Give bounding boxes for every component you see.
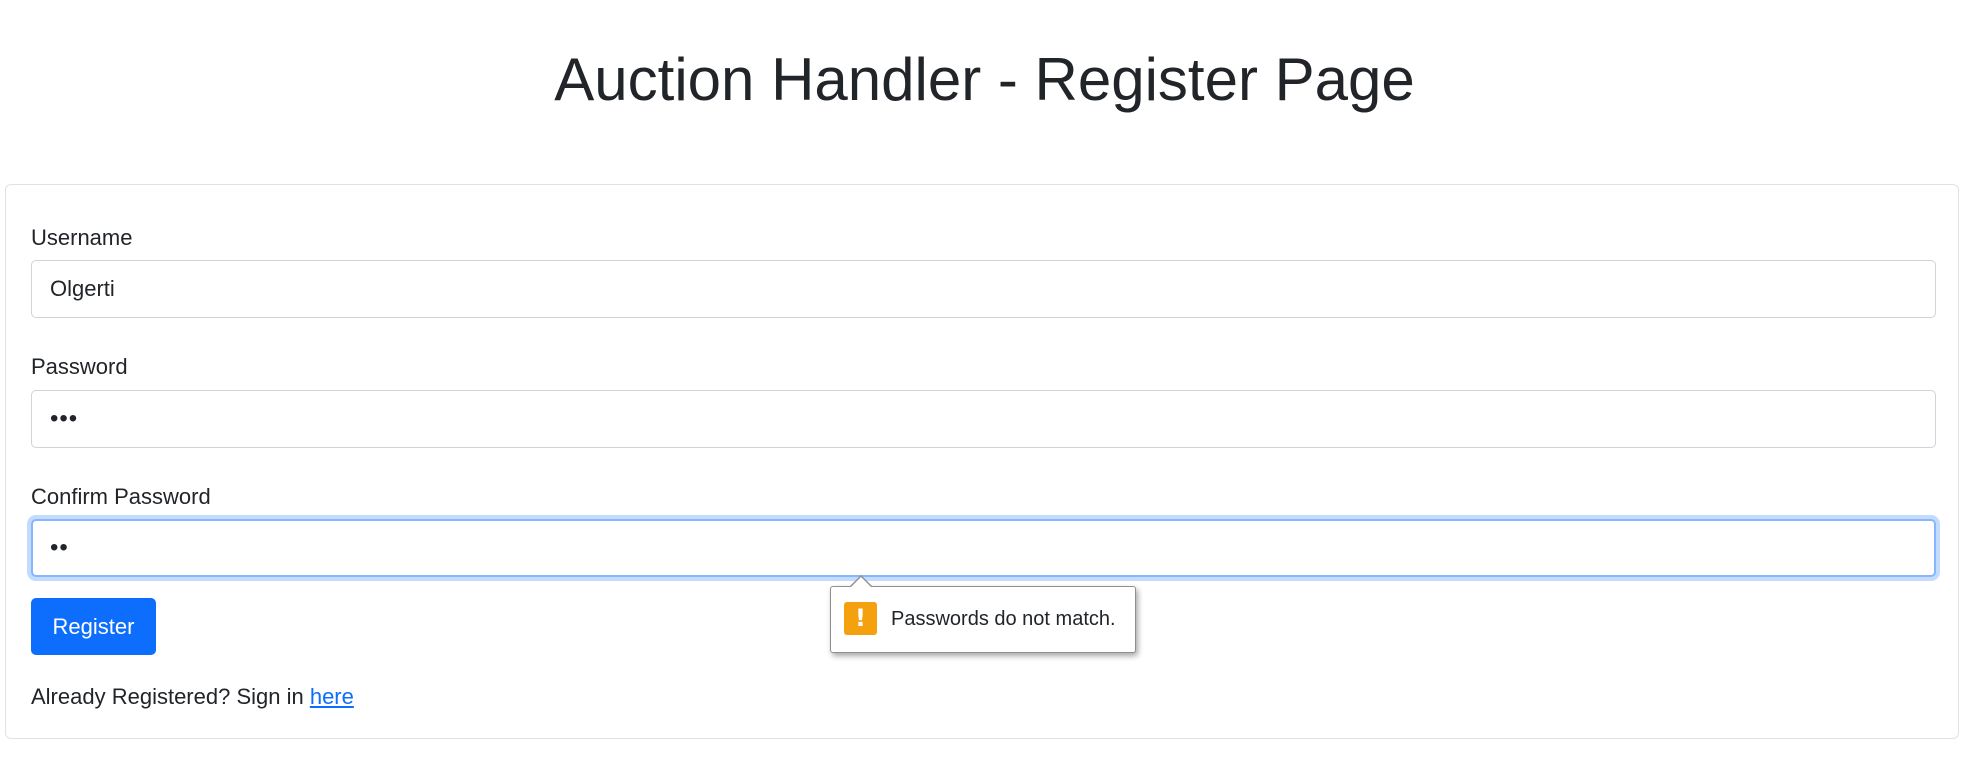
register-button[interactable]: Register bbox=[31, 598, 156, 655]
confirm-password-label: Confirm Password bbox=[31, 484, 211, 509]
validation-tooltip: ! Passwords do not match. bbox=[830, 575, 1136, 653]
username-label: Username bbox=[31, 225, 133, 250]
password-label: Password bbox=[31, 354, 128, 379]
signin-prompt: Already Registered? Sign in here bbox=[31, 682, 354, 712]
signin-prefix-text: Already Registered? Sign in bbox=[31, 684, 310, 709]
warning-icon: ! bbox=[844, 602, 877, 635]
register-page: Auction Handler - Register Page Username… bbox=[0, 0, 1969, 769]
confirm-password-input[interactable]: •• bbox=[31, 519, 1936, 577]
username-input[interactable]: Olgerti bbox=[31, 260, 1936, 318]
page-title: Auction Handler - Register Page bbox=[554, 46, 1415, 113]
password-input[interactable]: ••• bbox=[31, 390, 1936, 448]
validation-message: Passwords do not match. bbox=[891, 608, 1116, 630]
signin-link[interactable]: here bbox=[310, 684, 354, 709]
register-form-card: Username Olgerti Password ••• Confirm Pa… bbox=[5, 184, 1959, 739]
tooltip-arrow-fill bbox=[850, 577, 872, 588]
